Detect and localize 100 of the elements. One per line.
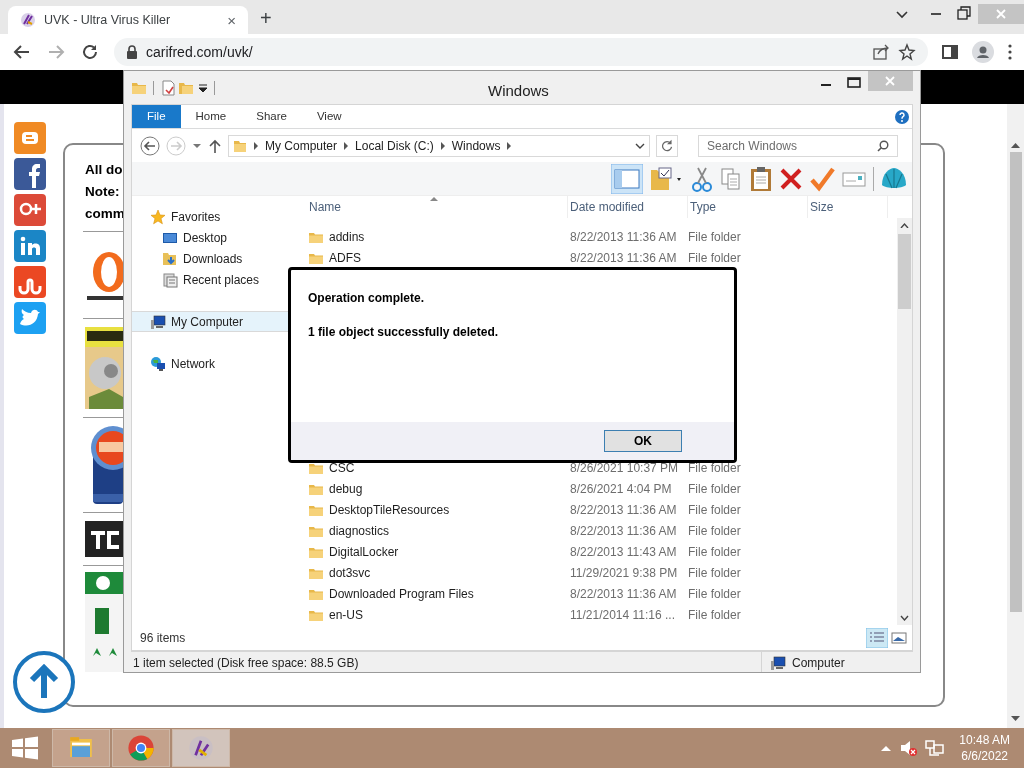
scrollbar-thumb[interactable] <box>1009 152 1022 612</box>
file-type: File folder <box>688 606 742 624</box>
paste-icon[interactable] <box>749 165 773 192</box>
checkmark-icon[interactable] <box>809 165 835 192</box>
scroll-up-icon[interactable] <box>900 222 909 228</box>
ok-button[interactable]: OK <box>604 430 682 452</box>
details-view-icon[interactable] <box>866 627 888 648</box>
scroll-up-icon[interactable] <box>1011 142 1020 148</box>
dialog-message: 1 file object successfully deleted. <box>308 324 500 341</box>
nav-label: Network <box>171 355 215 373</box>
page-text: comm <box>85 205 125 223</box>
chevron-right-icon <box>506 141 513 150</box>
folder-icon <box>233 138 247 153</box>
date-modified: 8/22/2013 11:43 AM <box>569 543 678 561</box>
stumbleupon-icon[interactable] <box>14 266 46 298</box>
date-modified: 8/22/2013 11:36 AM <box>569 501 678 519</box>
file-name[interactable]: Downloaded Program Files <box>329 584 474 603</box>
more-menu-icon[interactable] <box>1008 44 1012 60</box>
chevron-right-icon <box>253 141 259 150</box>
date-modified: 11/21/2014 11:16 ... <box>569 606 676 624</box>
tray-up-icon[interactable] <box>881 745 892 751</box>
ribbon-tab[interactable]: Home <box>180 105 242 128</box>
date-modified: 8/26/2021 10:37 PM <box>569 459 680 477</box>
folder-icon <box>309 251 323 264</box>
path-segment[interactable]: Windows <box>451 136 501 155</box>
profile-avatar-icon[interactable] <box>972 41 994 63</box>
file-type: File folder <box>688 585 742 603</box>
back-icon[interactable] <box>140 135 160 156</box>
chevron-right-icon <box>439 141 446 150</box>
file-type: File folder <box>688 543 742 561</box>
folder-icon <box>309 503 323 516</box>
nav-label: Desktop <box>183 229 228 247</box>
side-panel-icon[interactable] <box>942 44 958 60</box>
search-field[interactable]: Search Windows <box>698 134 898 157</box>
file-name[interactable]: diagnostics <box>329 521 390 540</box>
file-name[interactable]: DesktopTileResources <box>329 500 450 519</box>
path-segment[interactable]: Local Disk (C:) <box>355 136 434 155</box>
up-arrow-icon[interactable] <box>208 137 222 154</box>
properties-icon[interactable] <box>160 79 176 96</box>
google-plus-icon[interactable] <box>14 194 46 226</box>
address-bar[interactable]: carifred.com/uvk/ <box>114 38 928 66</box>
ribbon-tab[interactable]: File <box>132 105 181 128</box>
help-icon[interactable] <box>894 108 910 125</box>
dialog-message: Operation complete. <box>308 290 426 307</box>
taskbar-app-button[interactable] <box>172 729 230 767</box>
cut-icon[interactable] <box>691 165 713 192</box>
star-icon[interactable] <box>898 43 916 61</box>
dropdown-caret-icon[interactable] <box>635 141 645 150</box>
tab-close-button[interactable]: × <box>227 12 236 28</box>
scroll-down-icon[interactable] <box>900 615 909 621</box>
twitter-icon[interactable] <box>14 302 46 334</box>
file-name[interactable]: debug <box>329 479 363 498</box>
facebook-icon[interactable] <box>14 158 46 190</box>
linkedin-icon[interactable] <box>14 230 46 262</box>
star-icon <box>150 208 166 225</box>
nav-label: Recent places <box>183 271 260 289</box>
network-icon <box>150 355 166 372</box>
scroll-down-icon[interactable] <box>1011 716 1020 722</box>
file-name[interactable]: en-US <box>329 605 363 624</box>
file-name[interactable]: DigitalLocker <box>329 542 399 561</box>
computer-icon <box>150 313 166 330</box>
reload-icon[interactable] <box>80 42 100 62</box>
scroll-to-top-icon[interactable] <box>12 650 76 714</box>
layout-pane-icon[interactable] <box>611 163 643 194</box>
refresh-icon[interactable] <box>656 134 678 157</box>
nav-label: Downloads <box>183 250 243 268</box>
folder-icon <box>309 566 323 579</box>
file-type: File folder <box>688 564 742 582</box>
nav-item[interactable]: Favorites <box>132 206 299 227</box>
column-header[interactable]: Date modified <box>568 196 688 218</box>
browser-tab[interactable]: UVK - Ultra Virus Killer × <box>8 6 248 34</box>
file-name[interactable]: addins <box>329 227 365 246</box>
speaker-muted-icon[interactable] <box>899 739 918 757</box>
column-header[interactable]: Size <box>808 196 888 218</box>
nav-label: Favorites <box>171 208 221 226</box>
file-type: File folder <box>688 249 742 267</box>
search-icon[interactable] <box>877 139 889 152</box>
network-icon[interactable] <box>925 739 946 757</box>
path-segment[interactable]: My Computer <box>265 136 338 155</box>
page-scrollbar[interactable] <box>1007 104 1024 728</box>
list-scrollbar[interactable] <box>897 218 912 625</box>
share-icon[interactable] <box>872 43 890 61</box>
folder-icon <box>309 608 323 621</box>
nav-item[interactable]: Downloads <box>132 248 299 269</box>
taskbar-app-button[interactable] <box>112 729 170 767</box>
file-name[interactable]: ADFS <box>329 248 361 267</box>
ribbon-tab[interactable]: Share <box>241 105 302 128</box>
file-type: File folder <box>688 459 742 477</box>
ribbon-tab[interactable]: View <box>301 105 357 128</box>
folder-icon <box>309 524 323 537</box>
address-path-field[interactable]: My Computer Local Disk (C:) Windows <box>228 134 650 157</box>
nav-item[interactable]: Desktop <box>132 227 299 248</box>
new-tab-button[interactable]: + <box>260 8 272 28</box>
file-name[interactable]: dot3svc <box>329 563 371 582</box>
customize-caret-icon[interactable] <box>198 82 208 93</box>
column-header[interactable]: Type <box>688 196 808 218</box>
computer-icon <box>770 655 788 671</box>
lock-icon <box>126 45 138 59</box>
window-title: Windows <box>488 81 549 101</box>
scrollbar-thumb[interactable] <box>898 234 911 309</box>
